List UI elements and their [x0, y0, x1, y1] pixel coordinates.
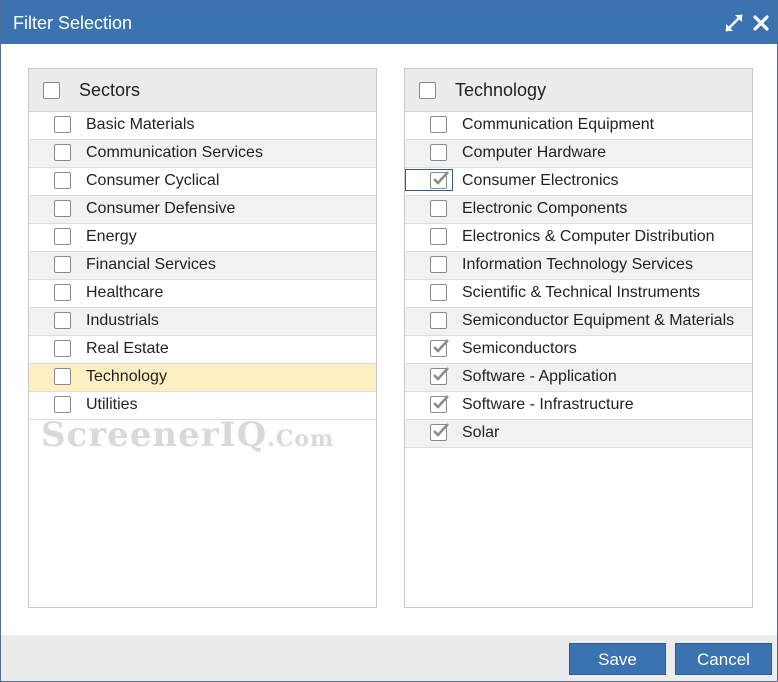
sector-label: Real Estate — [86, 340, 169, 357]
industry-checkbox[interactable] — [430, 228, 447, 245]
sector-row[interactable]: Basic Materials — [29, 112, 376, 140]
technology-panel: Technology Communication Equipment Comput… — [404, 68, 753, 608]
sector-checkbox[interactable] — [54, 340, 71, 357]
industry-checkbox[interactable] — [430, 256, 447, 273]
technology-header-label: Technology — [455, 80, 547, 100]
checkmark-icon — [433, 339, 449, 353]
industry-checkbox[interactable] — [430, 339, 449, 357]
save-button[interactable]: Save — [569, 643, 666, 675]
sector-row[interactable]: Communication Services — [29, 140, 376, 168]
cancel-button[interactable]: Cancel — [675, 643, 772, 675]
industry-label: Semiconductors — [462, 340, 577, 357]
sector-row[interactable]: Healthcare — [29, 280, 376, 308]
sector-label: Industrials — [86, 312, 159, 329]
industry-label: Electronics & Computer Distribution — [462, 228, 715, 245]
filter-selection-dialog: Filter Selection Sectors Basic Materials… — [0, 0, 778, 682]
technology-select-all-checkbox[interactable] — [419, 82, 436, 99]
technology-header: Technology — [405, 69, 752, 112]
industry-checkbox[interactable] — [430, 423, 449, 441]
industry-label: Computer Hardware — [462, 144, 607, 161]
sector-checkbox[interactable] — [54, 368, 71, 385]
dialog-title: Filter Selection — [13, 13, 133, 33]
sector-label: Communication Services — [86, 144, 263, 161]
industry-label: Solar — [462, 424, 500, 441]
screeneriq-watermark: ScreenerIQ.Com — [41, 415, 334, 455]
checkmark-icon — [433, 423, 449, 437]
sector-checkbox[interactable] — [54, 312, 71, 329]
sector-checkbox[interactable] — [54, 284, 71, 301]
industry-label: Scientific & Technical Instruments — [462, 284, 701, 301]
sector-row[interactable]: Energy — [29, 224, 376, 252]
sectors-list: Basic Materials Communication Services Con… — [29, 112, 376, 420]
sector-row[interactable]: Consumer Cyclical — [29, 168, 376, 196]
sector-label: Consumer Cyclical — [86, 172, 220, 189]
industry-row[interactable]: Information Technology Services — [405, 252, 752, 280]
sector-checkbox[interactable] — [54, 228, 71, 245]
industry-row[interactable]: Solar — [405, 420, 752, 448]
sector-label: Healthcare — [86, 284, 164, 301]
sector-label: Energy — [86, 228, 137, 245]
industry-row[interactable]: Electronic Components — [405, 196, 752, 224]
industry-row[interactable]: Consumer Electronics — [405, 168, 752, 196]
sector-row[interactable]: Technology — [29, 364, 376, 392]
technology-list: Communication Equipment Computer Hardware… — [405, 112, 752, 448]
industry-label: Software - Application — [462, 368, 617, 385]
industry-row[interactable]: Software - Application — [405, 364, 752, 392]
industry-label: Software - Infrastructure — [462, 396, 634, 413]
checkmark-icon — [433, 395, 449, 409]
industry-label: Communication Equipment — [462, 116, 655, 133]
industry-row[interactable]: Scientific & Technical Instruments — [405, 280, 752, 308]
sector-label: Utilities — [86, 396, 138, 413]
sector-row[interactable]: Real Estate — [29, 336, 376, 364]
sectors-select-all-checkbox[interactable] — [43, 82, 60, 99]
sectors-header: Sectors — [29, 69, 376, 112]
sector-label: Financial Services — [86, 256, 216, 273]
industry-row[interactable]: Computer Hardware — [405, 140, 752, 168]
sector-checkbox[interactable] — [54, 256, 71, 273]
sector-row[interactable]: Financial Services — [29, 252, 376, 280]
industry-label: Information Technology Services — [462, 256, 693, 273]
industry-checkbox[interactable] — [430, 116, 447, 133]
industry-checkbox[interactable] — [430, 395, 449, 413]
industry-row[interactable]: Semiconductor Equipment & Materials — [405, 308, 752, 336]
checkmark-icon — [433, 171, 449, 185]
sectors-panel: Sectors Basic Materials Communication Ser… — [28, 68, 377, 608]
watermark-main: ScreenerIQ — [41, 415, 268, 455]
sector-row[interactable]: Consumer Defensive — [29, 196, 376, 224]
watermark-suffix: .Com — [267, 426, 335, 452]
industry-label: Semiconductor Equipment & Materials — [462, 312, 735, 329]
sector-row[interactable]: Industrials — [29, 308, 376, 336]
industry-label: Electronic Components — [462, 200, 628, 217]
dialog-titlebar: Filter Selection — [1, 1, 777, 44]
industry-checkbox[interactable] — [430, 144, 447, 161]
sector-checkbox[interactable] — [54, 172, 71, 189]
dialog-footer: Save Cancel — [1, 635, 777, 681]
industry-row[interactable]: Software - Infrastructure — [405, 392, 752, 420]
industry-checkbox[interactable] — [430, 284, 447, 301]
sector-checkbox[interactable] — [54, 396, 71, 413]
industry-row[interactable]: Electronics & Computer Distribution — [405, 224, 752, 252]
close-x-icon[interactable] — [751, 13, 771, 33]
industry-row[interactable]: Communication Equipment — [405, 112, 752, 140]
sector-label: Basic Materials — [86, 116, 195, 133]
sector-label: Consumer Defensive — [86, 200, 236, 217]
industry-checkbox[interactable] — [430, 312, 447, 329]
sector-checkbox[interactable] — [54, 116, 71, 133]
sector-label: Technology — [86, 368, 167, 385]
industry-checkbox[interactable] — [430, 367, 449, 385]
sectors-header-label: Sectors — [79, 80, 141, 100]
industry-row[interactable]: Semiconductors — [405, 336, 752, 364]
sector-checkbox[interactable] — [54, 200, 71, 217]
industry-label: Consumer Electronics — [462, 172, 619, 189]
industry-checkbox[interactable] — [430, 171, 449, 189]
industry-checkbox[interactable] — [430, 200, 447, 217]
sector-checkbox[interactable] — [54, 144, 71, 161]
checkmark-icon — [433, 367, 449, 381]
expand-arrows-icon[interactable] — [723, 12, 745, 34]
